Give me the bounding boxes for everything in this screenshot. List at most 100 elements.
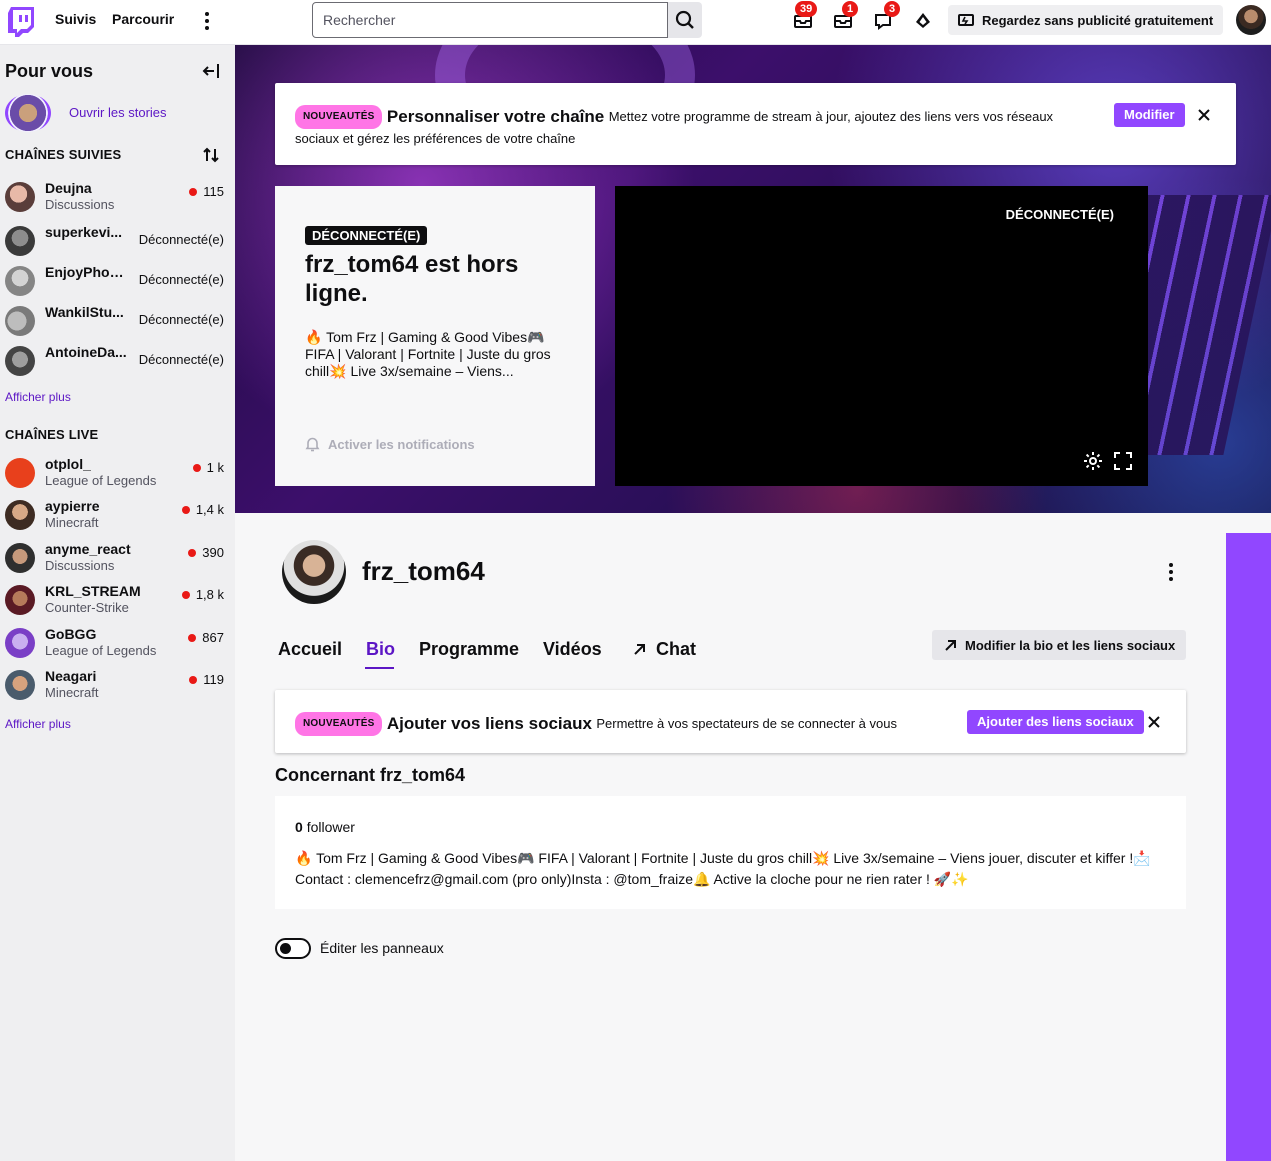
live-channel-row[interactable]: anyme_react Discussions 390	[0, 539, 235, 579]
ad-free-promo-button[interactable]: Regardez sans publicité gratuitement	[948, 5, 1224, 35]
followed-channel-row[interactable]: EnjoyPhoe... Déconnecté(e)	[0, 262, 235, 302]
channel-more-options-icon[interactable]	[1163, 561, 1179, 583]
followed-channel-row[interactable]: Deujna Discussions 115	[0, 178, 235, 218]
twitch-logo-icon[interactable]	[8, 7, 34, 37]
live-channel-row[interactable]: aypierre Minecraft 1,4 k	[0, 496, 235, 536]
edit-bio-label: Modifier la bio et les liens sociaux	[965, 637, 1176, 653]
notifications-button[interactable]: 3	[871, 1, 901, 33]
add-social-links-button[interactable]: Ajouter des liens sociaux	[967, 710, 1144, 734]
channel-name: GoBGG	[45, 626, 97, 642]
tab-chat-label: Chat	[656, 639, 696, 659]
channel-avatar	[5, 500, 35, 530]
edit-bio-button[interactable]: Modifier la bio et les liens sociaux	[932, 630, 1186, 660]
bell-icon	[305, 437, 320, 452]
tab-bio[interactable]: Bio	[366, 639, 395, 660]
external-link-arrow-icon	[945, 639, 956, 651]
live-channel-row[interactable]: Neagari Minecraft 119	[0, 666, 235, 706]
social-links-notice: NOUVEAUTÉS Ajouter vos liens sociaux Per…	[275, 690, 1186, 753]
channel-name: Deujna	[45, 180, 92, 196]
close-icon[interactable]	[1147, 715, 1161, 729]
channel-name: WankilStu...	[45, 304, 124, 320]
notice-title: Ajouter vos liens sociaux	[386, 714, 592, 733]
channel-name: AntoineDa...	[45, 344, 127, 360]
inbox-badge: 1	[842, 1, 859, 17]
live-dot-icon	[188, 633, 197, 642]
collapse-sidebar-icon[interactable]	[201, 61, 221, 81]
channel-avatar	[5, 628, 35, 658]
followed-channel-row[interactable]: WankilStu... Déconnecté(e)	[0, 302, 235, 342]
live-channel-row[interactable]: KRL_STREAM Counter-Strike 1,8 k	[0, 581, 235, 621]
nav-following[interactable]: Suivis	[55, 11, 96, 27]
tab-chat[interactable]: Chat	[632, 639, 696, 660]
channel-status: Déconnecté(e)	[138, 312, 224, 327]
show-more-followed-link[interactable]: Afficher plus	[5, 390, 71, 404]
active-tab-indicator	[365, 667, 394, 669]
fullscreen-icon[interactable]	[1113, 451, 1133, 471]
channel-viewers: 119	[189, 672, 224, 687]
channel-category: Minecraft	[45, 515, 99, 530]
ad-free-icon	[958, 14, 974, 26]
channel-category: Counter-Strike	[45, 600, 129, 615]
tab-videos[interactable]: Vidéos	[543, 639, 602, 660]
search-input[interactable]	[312, 2, 668, 38]
more-menu-icon[interactable]	[198, 9, 216, 33]
stories-avatar[interactable]	[5, 94, 51, 132]
offline-title: frz_tom64 est hors ligne.	[305, 251, 519, 307]
live-dot-icon	[181, 590, 190, 599]
channel-viewers: 1,8 k	[181, 587, 224, 602]
offline-tag: DÉCONNECTÉ(E)	[305, 226, 428, 245]
channel-viewers: 115	[189, 184, 224, 199]
channel-name: otplol_	[45, 456, 91, 472]
followed-channel-row[interactable]: AntoineDa... Déconnecté(e)	[0, 342, 235, 382]
follower-count: 0 follower	[295, 819, 355, 835]
channel-avatar	[5, 306, 35, 336]
open-stories-link[interactable]: Ouvrir les stories	[69, 105, 167, 120]
live-channel-row[interactable]: GoBGG League of Legends 867	[0, 624, 235, 664]
bits-button[interactable]	[911, 9, 935, 33]
inbox-button[interactable]: 1	[831, 1, 859, 33]
nav-browse[interactable]: Parcourir	[112, 11, 174, 27]
channel-avatar	[5, 182, 35, 212]
channel-category: Minecraft	[45, 685, 99, 700]
live-dot-icon	[192, 463, 201, 472]
tab-home[interactable]: Accueil	[278, 639, 342, 660]
edit-panels-label: Éditer les panneaux	[320, 940, 444, 956]
viewer-count: 867	[202, 630, 224, 645]
live-dot-icon	[189, 187, 198, 196]
video-player[interactable]: DÉCONNECTÉ(E)	[615, 186, 1148, 486]
tab-schedule[interactable]: Programme	[419, 639, 519, 660]
show-more-live-link[interactable]: Afficher plus	[5, 717, 71, 731]
viewer-count: 1,8 k	[195, 587, 224, 602]
ad-free-promo-label: Regardez sans publicité gratuitement	[982, 12, 1214, 28]
user-menu-avatar[interactable]	[1236, 5, 1266, 35]
channel-name: anyme_react	[45, 541, 131, 557]
live-channel-row[interactable]: otplol_ League of Legends 1 k	[0, 454, 235, 494]
whispers-badge: 39	[795, 1, 818, 17]
channel-category: Discussions	[45, 197, 115, 212]
channel-status: Déconnecté(e)	[138, 232, 224, 247]
bits-gem-icon	[916, 13, 930, 28]
modify-button[interactable]: Modifier	[1114, 103, 1185, 127]
top-navigation: Suivis Parcourir 39 1 3 Regardez sans pu…	[0, 0, 1271, 45]
enable-notifications-button[interactable]: Activer les notifications	[305, 436, 475, 452]
edit-panels-toggle[interactable]	[275, 938, 311, 959]
sort-icon[interactable]	[202, 146, 220, 164]
live-dot-icon	[189, 675, 198, 684]
channel-name: KRL_STREAM	[45, 583, 141, 599]
notice-text: Permettre à vos spectateurs de se connec…	[596, 716, 897, 732]
channel-viewers: 867	[188, 630, 224, 645]
close-icon[interactable]	[1197, 108, 1211, 122]
channel-avatar	[5, 670, 35, 700]
new-tag: NOUVEAUTÉS	[295, 712, 383, 736]
channel-category: League of Legends	[45, 473, 157, 488]
notice-title: Personnaliser votre chaîne	[386, 107, 605, 126]
settings-gear-icon[interactable]	[1083, 451, 1103, 471]
channel-status: Déconnecté(e)	[138, 272, 224, 287]
search-button[interactable]	[668, 2, 702, 38]
followed-channel-row[interactable]: superkevi... Déconnecté(e)	[0, 222, 235, 262]
channel-name: Neagari	[45, 668, 97, 684]
about-heading: Concernant frz_tom64	[275, 765, 466, 785]
whispers-button[interactable]: 39	[791, 1, 818, 33]
external-link-arrow-icon	[634, 644, 645, 655]
player-status: DÉCONNECTÉ(E)	[1005, 207, 1114, 222]
